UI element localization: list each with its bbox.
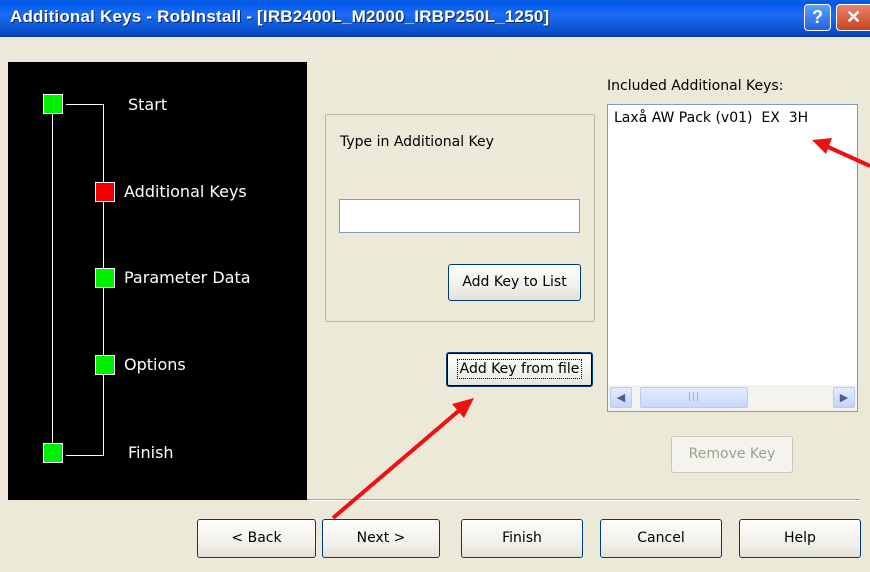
step-connector (66, 455, 104, 456)
list-item[interactable]: Laxå AW Pack (v01) EX 3H (614, 110, 808, 126)
step-options-indicator (95, 355, 115, 375)
step-additional-keys-label: Additional Keys (124, 182, 247, 201)
footer-separator (307, 499, 860, 501)
help-button[interactable]: Help (739, 519, 861, 558)
next-button[interactable]: Next > (322, 519, 440, 558)
additional-key-input[interactable] (339, 199, 580, 233)
step-options-label: Options (124, 355, 186, 374)
horizontal-scrollbar[interactable]: ◀ ||| ▶ (608, 385, 857, 411)
step-start-indicator (43, 94, 63, 114)
back-button[interactable]: < Back (197, 519, 316, 558)
title-bar: Additional Keys - RobInstall - [IRB2400L… (0, 0, 870, 37)
step-connector (52, 104, 53, 455)
add-key-from-file-label: Add Key from file (456, 359, 583, 379)
close-icon[interactable]: ✕ (836, 4, 870, 31)
help-icon[interactable]: ? (804, 4, 831, 31)
finish-button[interactable]: Finish (461, 519, 583, 558)
step-connector (66, 104, 104, 105)
step-additional-keys-indicator (95, 182, 115, 202)
add-key-to-list-button[interactable]: Add Key to List (448, 264, 581, 301)
step-start-label: Start (128, 95, 168, 114)
window-title: Additional Keys - RobInstall - [IRB2400L… (10, 7, 550, 26)
step-finish-indicator (43, 443, 63, 463)
wizard-step-panel: Start Additional Keys Parameter Data Opt… (8, 62, 307, 500)
remove-key-button[interactable]: Remove Key (671, 436, 793, 473)
included-keys-list[interactable]: Laxå AW Pack (v01) EX 3H (607, 104, 858, 412)
step-parameter-data-indicator (95, 268, 115, 288)
cancel-button[interactable]: Cancel (600, 519, 722, 558)
scroll-thumb[interactable]: ||| (640, 387, 748, 408)
scroll-right-icon[interactable]: ▶ (833, 387, 855, 408)
add-key-from-file-button[interactable]: Add Key from file (446, 352, 593, 387)
scroll-left-icon[interactable]: ◀ (610, 387, 632, 408)
included-keys-label: Included Additional Keys: (607, 78, 784, 94)
step-finish-label: Finish (128, 443, 174, 462)
key-entry-label: Type in Additional Key (340, 134, 494, 150)
step-parameter-data-label: Parameter Data (124, 268, 251, 287)
